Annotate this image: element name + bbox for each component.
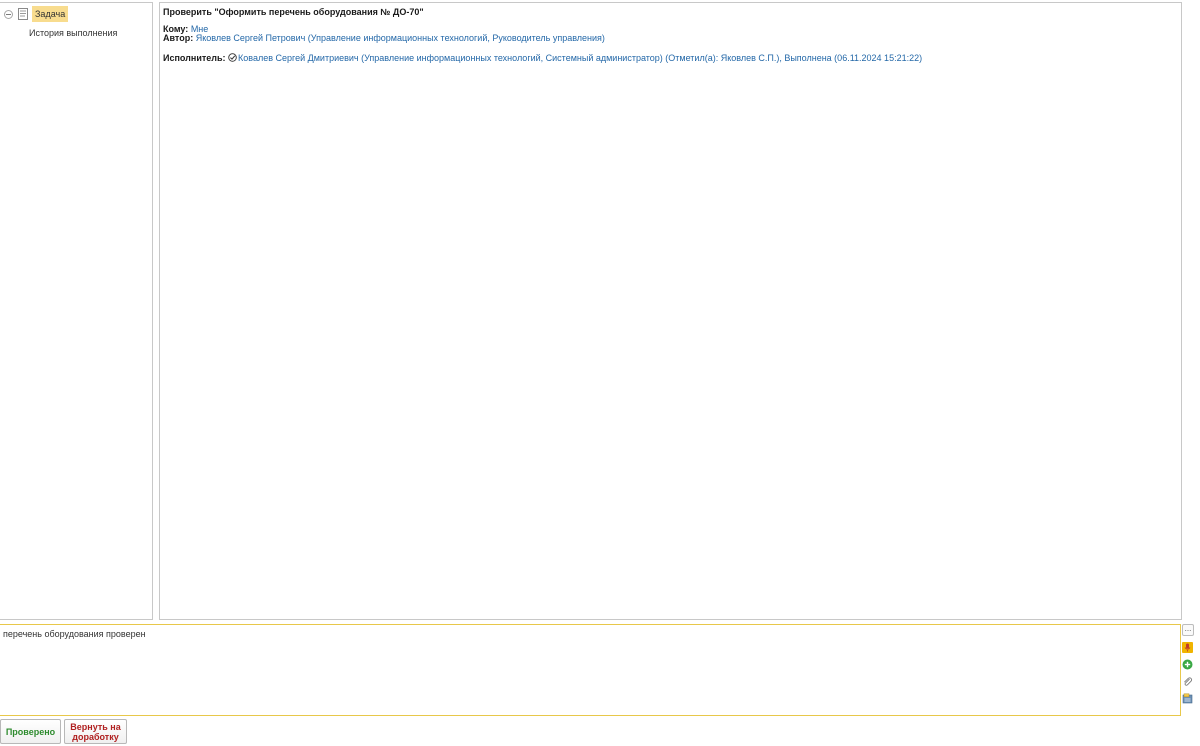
executor-label: Исполнитель: [163,53,226,63]
return-for-rework-button[interactable]: Вернуть на доработку [64,719,127,744]
author-link[interactable]: Яковлев Сергей Петрович (Управление инфо… [196,33,605,43]
document-icon [16,6,30,22]
executor-link[interactable]: Ковалев Сергей Дмитриевич (Управление ин… [238,53,922,63]
paperclip-icon[interactable] [1182,676,1193,687]
tree-item-task-label: Задача [32,6,69,22]
collapse-icon[interactable] [4,9,13,19]
navigation-tree: Задача История выполнения [0,2,153,620]
executor-row: Исполнитель: Ковалев Сергей Дмитриевич (… [163,53,1178,63]
microphone-icon[interactable] [1182,642,1193,653]
tree-item-task[interactable]: Задача [4,5,69,23]
add-icon[interactable] [1182,659,1193,670]
author-label: Автор: [163,33,194,43]
task-title: Проверить "Оформить перечень оборудовани… [163,7,424,17]
template-icon[interactable] [1182,693,1193,704]
author-row: Автор: Яковлев Сергей Петрович (Управлен… [163,34,1178,43]
comment-input[interactable]: перечень оборудования проверен [0,624,1181,716]
task-details-panel: Проверить "Оформить перечень оборудовани… [159,2,1182,620]
more-button[interactable]: ... [1182,624,1194,636]
tree-item-history[interactable]: История выполнения [29,27,117,39]
tree-item-history-label: История выполнения [29,28,118,38]
check-circle-icon [228,53,237,62]
approve-button[interactable]: Проверено [0,719,61,744]
